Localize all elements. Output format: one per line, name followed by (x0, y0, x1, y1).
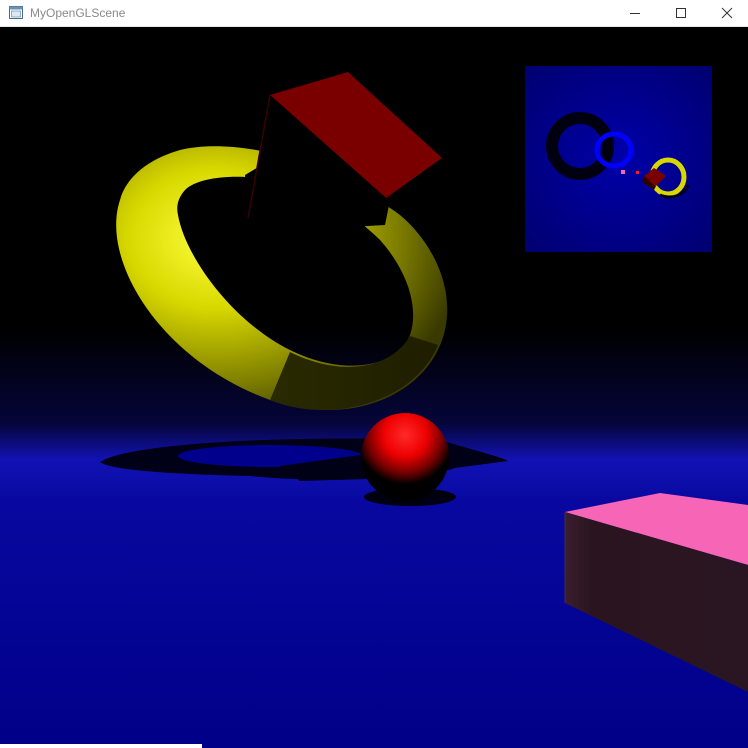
shadow-map-preview (525, 66, 712, 252)
opengl-window: MyOpenGLScene (0, 0, 748, 748)
window-title: MyOpenGLScene (30, 6, 126, 20)
minimap-red-marker (636, 171, 639, 174)
maximize-icon (676, 8, 686, 18)
gl-viewport[interactable] (0, 27, 748, 748)
title-bar[interactable]: MyOpenGLScene (0, 0, 748, 27)
scene-canvas (0, 27, 748, 748)
close-icon (721, 7, 733, 19)
maximize-button[interactable] (658, 0, 704, 26)
bottom-edge-strip (0, 744, 202, 748)
window-app-icon[interactable] (9, 6, 23, 19)
minimize-icon (630, 13, 640, 14)
close-button[interactable] (704, 0, 748, 26)
minimize-button[interactable] (612, 0, 658, 26)
minimap-pink-marker (621, 170, 625, 174)
red-sphere (361, 413, 449, 501)
